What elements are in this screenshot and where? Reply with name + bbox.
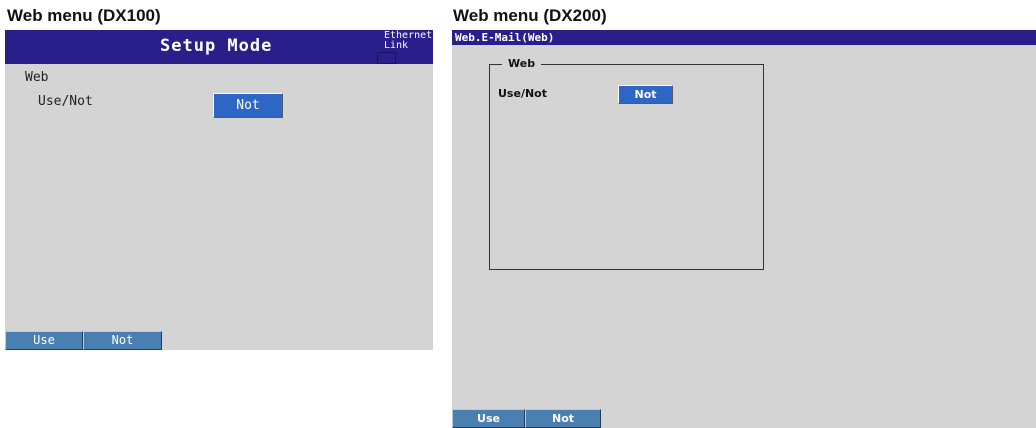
dx200-use-not-label: Use/Not <box>498 87 547 100</box>
dx200-page-title: Web.E-Mail(Web) <box>455 31 555 44</box>
dx100-softkey-use[interactable]: Use <box>5 331 83 350</box>
dx100-use-not-label: Use/Not <box>38 94 93 109</box>
dx100-caption: Web menu (DX100) <box>7 6 161 25</box>
dx200-use-not-value[interactable]: Not <box>618 85 673 104</box>
dx200-caption: Web menu (DX200) <box>453 6 607 25</box>
dx100-title-bar: Setup Mode Ethernet Link <box>5 30 433 64</box>
dx100-page-title: Setup Mode <box>160 36 273 56</box>
dx100-use-not-value[interactable]: Not <box>213 93 283 118</box>
ethernet-status: Ethernet Link <box>384 31 432 51</box>
dx100-section-web: Web <box>25 70 49 85</box>
dx100-screen: Setup Mode Ethernet Link Web Use/Not Not… <box>5 30 433 350</box>
link-indicator-icon <box>377 52 396 64</box>
dx200-softkey-use[interactable]: Use <box>452 409 525 428</box>
dx100-softkey-not[interactable]: Not <box>83 331 162 350</box>
web-group-label: Web <box>502 57 542 71</box>
dx200-title-bar: Web.E-Mail(Web) <box>452 30 1036 45</box>
dx200-screen: Web.E-Mail(Web) Web Use/Not Not Use Not <box>452 30 1036 428</box>
link-status-label: Link <box>384 40 409 51</box>
dx200-softkey-not[interactable]: Not <box>525 409 601 428</box>
